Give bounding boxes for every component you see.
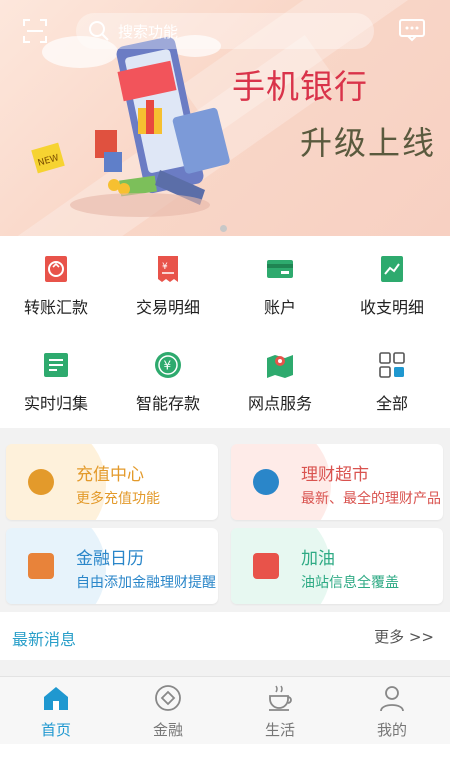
card-subtitle: 自由添加金融理财提醒 [76,575,216,591]
top-bar: 搜索功能 [0,8,450,52]
carousel-indicator[interactable] [220,225,227,232]
search-input[interactable]: 搜索功能 [76,13,374,49]
card-refuel[interactable]: 加油 油站信息全覆盖 [231,528,443,604]
card-title: 理财超市 [301,465,369,485]
menu-item-realtime-collect[interactable]: 实时归集 [0,332,112,428]
menu-item-smart-deposit[interactable]: ¥ 智能存款 [112,332,224,428]
menu-label: 账户 [263,298,296,317]
recharge-icon [28,469,54,495]
news-title: 最新消息 [12,630,77,649]
bottom-safe-area [0,744,450,771]
menu-label: 智能存款 [135,394,200,413]
menu-item-transfer[interactable]: 转账汇款 [0,236,112,332]
card-recharge-center[interactable]: 充值中心 更多充值功能 [6,444,218,520]
menu-item-account[interactable]: 账户 [224,236,336,332]
quick-menu: 转账汇款 ¥ 交易明细 账户 收支明细 实时归集 ¥ 智能存款 网点服务 全部 [0,236,450,428]
card-subtitle: 油站信息全覆盖 [301,575,399,591]
news-bar: 最新消息 更多 >> [0,612,450,660]
tab-label: 生活 [264,721,295,739]
card-title: 加油 [301,549,335,569]
chart-icon [381,256,403,282]
menu-label: 转账汇款 [23,298,88,317]
grid-icon [379,352,405,378]
transfer-icon [45,256,67,282]
service-cards: 充值中心 更多充值功能 理财超市 最新、最全的理财产品 金融日历 自由添加金融理… [0,430,450,610]
card-icon [267,260,293,278]
card-title: 充值中心 [76,465,144,485]
card-subtitle: 更多充值功能 [76,491,160,507]
finance-icon [155,685,181,711]
menu-item-transactions[interactable]: ¥ 交易明细 [112,236,224,332]
search-placeholder: 搜索功能 [118,23,179,41]
menu-label: 全部 [375,394,408,413]
svg-text:¥: ¥ [164,359,172,373]
banner-title: 手机银行 [232,67,368,106]
banner-subtitle: 升级上线 [300,124,437,162]
tab-home[interactable]: 首页 [0,677,112,745]
map-icon [267,355,293,378]
menu-item-all[interactable]: 全部 [336,332,448,428]
menu-label: 网点服务 [247,394,312,413]
yen-coin-icon: ¥ [155,352,181,378]
coffee-cup-icon [269,685,292,711]
card-wealth-market[interactable]: 理财超市 最新、最全的理财产品 [231,444,443,520]
card-subtitle: 最新、最全的理财产品 [301,491,441,507]
calendar-icon [28,553,54,579]
collect-icon [44,353,68,377]
tab-mine[interactable]: 我的 [336,677,448,745]
tab-label: 首页 [40,721,71,739]
menu-label: 实时归集 [23,394,88,413]
menu-item-income-expense[interactable]: 收支明细 [336,236,448,332]
card-title: 金融日历 [76,549,144,569]
fuel-pump-icon [253,553,279,579]
svg-text:¥: ¥ [162,262,168,272]
tab-life[interactable]: 生活 [224,677,336,745]
menu-item-branch-service[interactable]: 网点服务 [224,332,336,428]
user-icon [380,686,404,712]
promo-banner[interactable]: NEW 搜索功能 手机银行 升级上线 [0,0,450,236]
tab-label: 我的 [376,721,407,739]
scan-icon[interactable] [22,18,48,44]
menu-label: 收支明细 [359,298,424,317]
message-icon[interactable] [398,18,426,42]
card-finance-calendar[interactable]: 金融日历 自由添加金融理财提醒 [6,528,218,604]
tab-finance[interactable]: 金融 [112,677,224,745]
news-more-link[interactable]: 更多 >> [374,626,434,647]
search-icon [89,21,109,41]
tab-label: 金融 [152,721,183,739]
home-icon [44,687,68,710]
bottom-tab-bar: 首页 金融 生活 我的 [0,676,450,744]
menu-label: 交易明细 [135,298,200,317]
yen-icon [253,469,279,495]
receipt-icon: ¥ [158,256,178,282]
